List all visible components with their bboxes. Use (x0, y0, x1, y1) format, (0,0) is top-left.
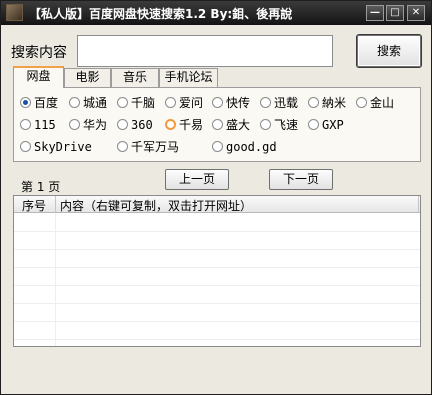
grid-line (14, 231, 420, 232)
radio-icon (308, 119, 319, 130)
radio-icon (117, 141, 128, 152)
app-window: 【私人版】百度网盘快速搜索1.2 By:鉬、後再說 — □ ✕ 搜索内容 搜索 … (0, 0, 432, 395)
grid-line (14, 285, 420, 286)
source-radio-qianyi[interactable]: 千易 (165, 118, 203, 132)
source-options-panel: 百度 城通 千脑 爱问 快传 迅载 納米 金山 115 华为 360 千易 盛大… (13, 87, 421, 162)
source-radio-huawei[interactable]: 华为 (69, 118, 107, 132)
column-header-content[interactable]: 内容（右键可复制，双击打开网址） (60, 197, 252, 214)
window-title: 【私人版】百度网盘快速搜索1.2 By:鉬、後再說 (29, 7, 293, 21)
radio-icon (117, 119, 128, 130)
radio-hover-icon (165, 119, 176, 130)
results-header: 序号 内容（右键可复制，双击打开网址） (14, 196, 420, 213)
radio-icon (212, 141, 223, 152)
maximize-button[interactable]: □ (386, 5, 404, 21)
radio-icon (260, 97, 271, 108)
minimize-button[interactable]: — (366, 5, 384, 21)
title-bar[interactable]: 【私人版】百度网盘快速搜索1.2 By:鉬、後再說 — □ ✕ (1, 1, 431, 25)
source-radio-skydrive[interactable]: SkyDrive (20, 140, 92, 154)
source-radio-aiwen[interactable]: 爱问 (165, 96, 203, 110)
grid-line (14, 267, 420, 268)
radio-icon (20, 119, 31, 130)
page-indicator: 第 1 页 (21, 180, 61, 194)
prev-page-button[interactable]: 上一页 (165, 169, 229, 190)
source-radio-360[interactable]: 360 (117, 118, 153, 132)
radio-selected-icon (20, 97, 31, 108)
radio-icon (69, 97, 80, 108)
results-list[interactable]: 序号 内容（右键可复制，双击打开网址） (13, 195, 421, 347)
search-label: 搜索内容 (11, 45, 67, 61)
radio-icon (20, 141, 31, 152)
next-page-button[interactable]: 下一页 (269, 169, 333, 190)
search-button[interactable]: 搜索 (357, 35, 421, 67)
tab-movies[interactable]: 电影 (64, 68, 111, 87)
radio-icon (212, 119, 223, 130)
tab-phone-forum[interactable]: 手机论坛 (159, 68, 218, 87)
grid-line (14, 303, 420, 304)
source-radio-xunzai[interactable]: 迅载 (260, 96, 298, 110)
source-radio-goodgd[interactable]: good.gd (212, 140, 277, 154)
app-icon (6, 4, 23, 21)
radio-icon (356, 97, 367, 108)
tab-music[interactable]: 音乐 (111, 68, 159, 87)
source-radio-115[interactable]: 115 (20, 118, 56, 132)
source-radio-qianjunwanma[interactable]: 千军万马 (117, 140, 179, 154)
radio-icon (69, 119, 80, 130)
source-radio-namipan[interactable]: 納米 (308, 96, 346, 110)
column-header-index[interactable]: 序号 (22, 197, 46, 214)
source-radio-gxp[interactable]: GXP (308, 118, 344, 132)
search-input[interactable] (77, 35, 333, 67)
source-radio-baidu[interactable]: 百度 (20, 96, 58, 110)
grid-line (14, 321, 420, 322)
radio-icon (165, 97, 176, 108)
source-radio-qiannao[interactable]: 千脑 (117, 96, 155, 110)
source-radio-kuaichuan[interactable]: 快传 (212, 96, 250, 110)
radio-icon (308, 97, 319, 108)
grid-line (55, 213, 56, 346)
grid-line (14, 249, 420, 250)
source-radio-chengtong[interactable]: 城通 (69, 96, 107, 110)
tab-netdisk[interactable]: 网盘 (13, 66, 64, 88)
radio-icon (117, 97, 128, 108)
radio-icon (212, 97, 223, 108)
column-divider[interactable] (418, 196, 419, 213)
close-button[interactable]: ✕ (407, 5, 425, 21)
source-radio-feisu[interactable]: 飞速 (260, 118, 298, 132)
source-radio-shanda[interactable]: 盛大 (212, 118, 250, 132)
source-radio-kingsoft[interactable]: 金山 (356, 96, 394, 110)
column-divider[interactable] (55, 196, 56, 213)
radio-icon (260, 119, 271, 130)
grid-line (14, 339, 420, 340)
